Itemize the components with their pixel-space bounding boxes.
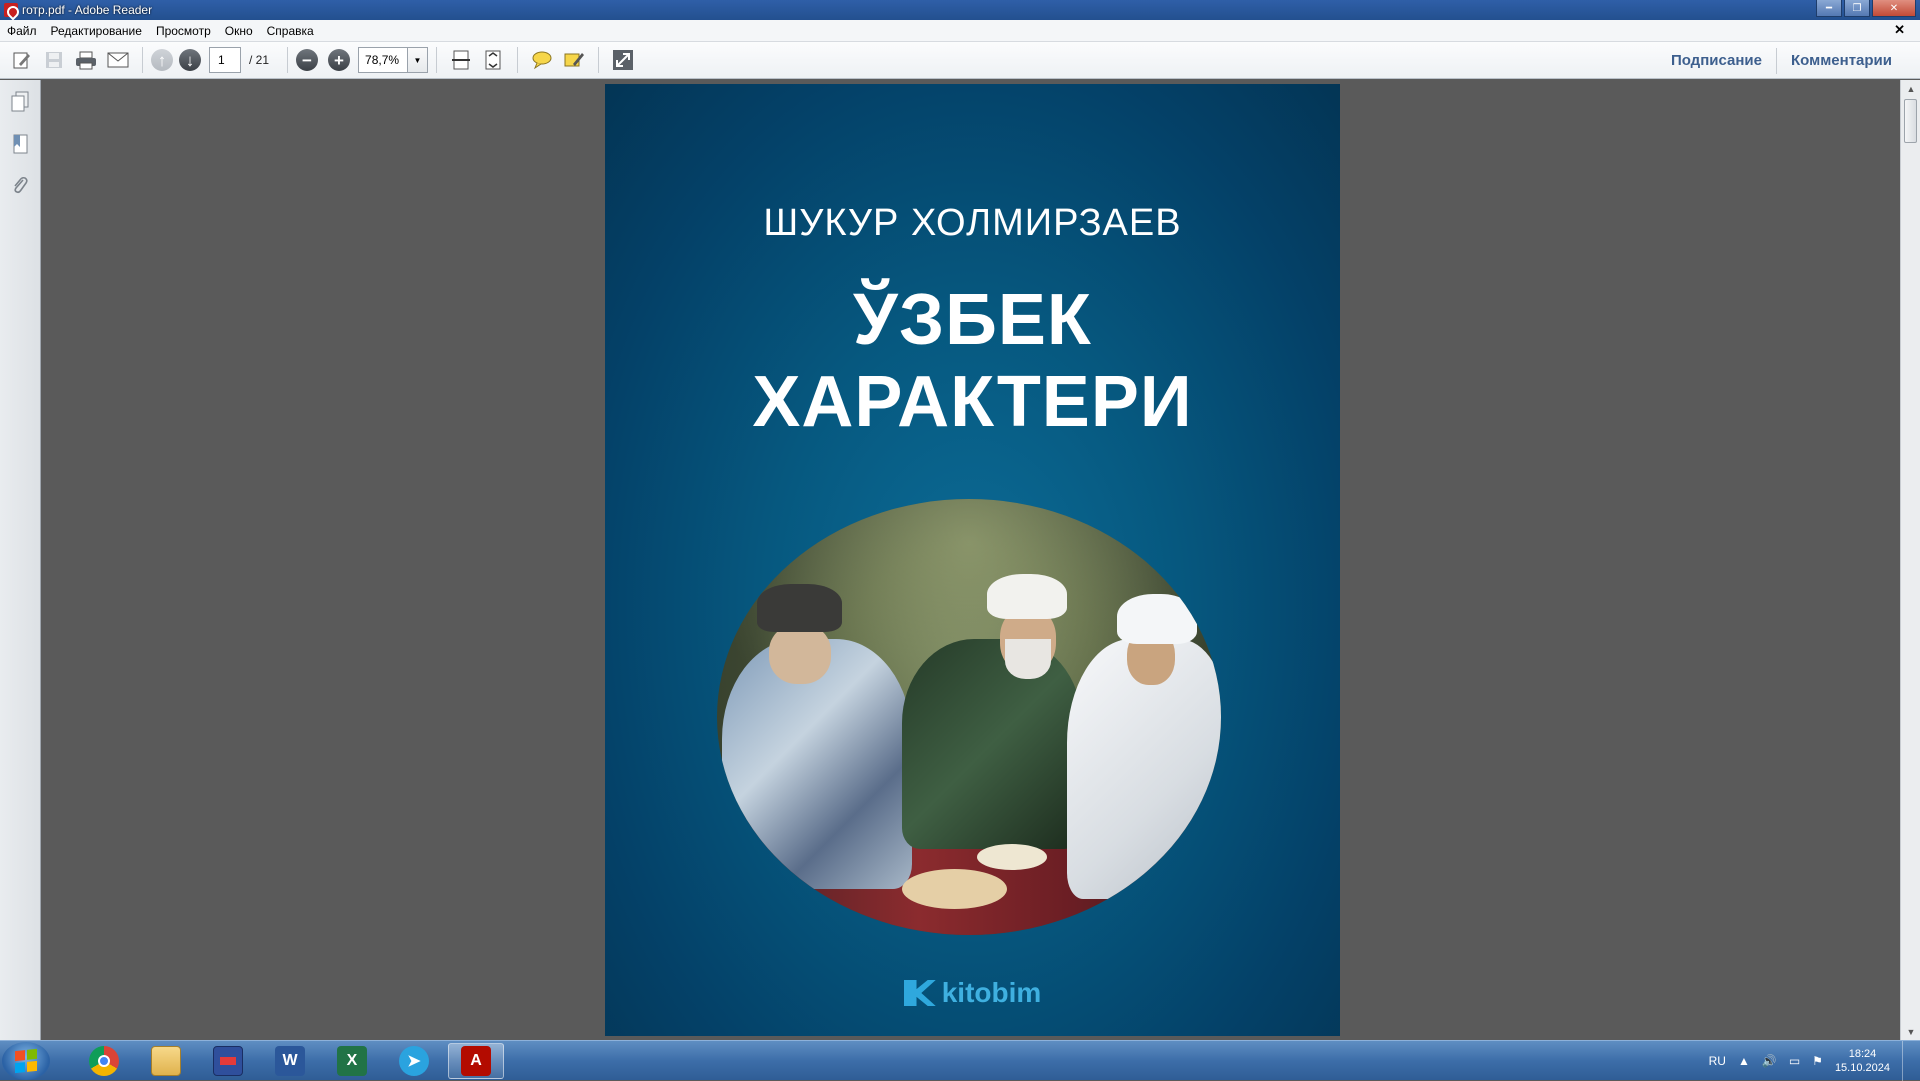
- system-tray: RU ▲ 🔊 ▭ ⚑ 18:24 15.10.2024: [1709, 1041, 1910, 1081]
- window-title: готр.pdf - Adobe Reader: [22, 3, 153, 17]
- menu-edit[interactable]: Редактирование: [44, 24, 149, 38]
- create-pdf-icon[interactable]: [8, 46, 36, 74]
- page-thumbnails-icon[interactable]: [8, 90, 32, 114]
- menu-bar: Файл Редактирование Просмотр Окно Справк…: [0, 20, 1920, 42]
- taskbar-word[interactable]: W: [262, 1043, 318, 1079]
- network-icon[interactable]: ▭: [1789, 1054, 1800, 1068]
- taskbar-save-app[interactable]: [200, 1043, 256, 1079]
- word-icon: W: [275, 1046, 305, 1076]
- save-icon[interactable]: [40, 46, 68, 74]
- taskbar-excel[interactable]: X: [324, 1043, 380, 1079]
- taskbar-adobe-reader[interactable]: A: [448, 1043, 504, 1079]
- sign-pane-link[interactable]: Подписание: [1657, 52, 1776, 69]
- page-number-input[interactable]: 1: [209, 47, 241, 73]
- maximize-button[interactable]: ❐: [1844, 0, 1870, 17]
- toolbar-separator: [517, 47, 519, 73]
- window-titlebar: готр.pdf - Adobe Reader ━ ❐ ✕: [0, 0, 1920, 20]
- close-window-button[interactable]: ✕: [1872, 0, 1916, 17]
- highlight-text-icon[interactable]: [560, 46, 588, 74]
- scroll-up-icon[interactable]: ▲: [1901, 80, 1920, 97]
- start-button[interactable]: [2, 1042, 50, 1080]
- taskbar-explorer[interactable]: [138, 1043, 194, 1079]
- show-desktop-button[interactable]: [1902, 1041, 1910, 1081]
- show-hidden-icons-icon[interactable]: ▲: [1738, 1054, 1750, 1068]
- book-author: ШУКУР ХОЛМИРЗАЕВ: [763, 202, 1182, 244]
- email-icon[interactable]: [104, 46, 132, 74]
- floppy-disk-icon: [213, 1046, 243, 1076]
- previous-page-icon[interactable]: ↑: [151, 49, 173, 71]
- vertical-scrollbar[interactable]: ▲ ▼: [1900, 80, 1920, 1040]
- read-mode-expand-icon[interactable]: [609, 46, 637, 74]
- cover-photo-elders: [717, 499, 1221, 935]
- pdf-page-cover: ШУКУР ХОЛМИРЗАЕВ ЎЗБЕК ХАРАКТЕРИ kitobim: [605, 84, 1340, 1036]
- toolbar-right-panel: Подписание Комментарии: [1657, 42, 1906, 79]
- clock-date: 15.10.2024: [1834, 1062, 1890, 1074]
- publisher-name: kitobim: [941, 977, 1042, 1008]
- window-controls: ━ ❐ ✕: [1816, 0, 1916, 17]
- language-indicator[interactable]: RU: [1709, 1054, 1726, 1068]
- telegram-icon: ➤: [399, 1046, 429, 1076]
- bookmarks-icon[interactable]: [8, 132, 32, 156]
- kitobim-logo-icon: [903, 980, 936, 1006]
- menu-help[interactable]: Справка: [260, 24, 321, 38]
- zoom-out-icon[interactable]: −: [296, 49, 319, 71]
- scroll-down-icon[interactable]: ▼: [1901, 1023, 1920, 1040]
- minimize-button[interactable]: ━: [1816, 0, 1842, 17]
- taskbar-telegram[interactable]: ➤: [386, 1043, 442, 1079]
- windows-logo-icon: [15, 1048, 37, 1074]
- folder-icon: [151, 1046, 181, 1076]
- toolbar-separator: [287, 47, 289, 73]
- taskbar-chrome[interactable]: [76, 1043, 132, 1079]
- book-title: ЎЗБЕК ХАРАКТЕРИ: [605, 279, 1340, 443]
- clock[interactable]: 18:24 15.10.2024: [1835, 1047, 1890, 1075]
- chevron-down-icon[interactable]: ▼: [408, 47, 429, 73]
- action-center-flag-icon[interactable]: ⚑: [1812, 1054, 1823, 1068]
- toolbar-separator: [598, 47, 600, 73]
- fit-width-icon[interactable]: [447, 46, 475, 74]
- menu-window[interactable]: Окно: [218, 24, 260, 38]
- scrollbar-thumb[interactable]: [1904, 99, 1917, 143]
- fit-page-icon[interactable]: [479, 46, 507, 74]
- attachments-paperclip-icon[interactable]: [8, 174, 32, 198]
- navigation-panel: [0, 80, 41, 1040]
- book-title-line1: ЎЗБЕК: [853, 280, 1092, 360]
- sticky-note-icon[interactable]: [528, 46, 556, 74]
- main-toolbar: ↑ ↓ 1 / 21 − + 78,7% ▼ Подписание Коммен…: [0, 42, 1920, 79]
- toolbar-separator: [142, 47, 143, 73]
- page-total-label: / 21: [249, 53, 270, 67]
- windows-taskbar: W X ➤ A RU ▲ 🔊 ▭ ⚑ 18:24 15.10.2024: [0, 1040, 1920, 1081]
- publisher-logo: kitobim: [605, 977, 1340, 1009]
- zoom-in-icon[interactable]: +: [328, 49, 351, 71]
- zoom-select[interactable]: 78,7% ▼: [358, 47, 429, 73]
- adobe-reader-icon: A: [461, 1046, 491, 1076]
- zoom-value[interactable]: 78,7%: [358, 47, 409, 73]
- comments-pane-link[interactable]: Комментарии: [1777, 52, 1906, 69]
- excel-icon: X: [337, 1046, 367, 1076]
- adobe-reader-app-icon: [4, 3, 18, 17]
- book-title-line2: ХАРАКТЕРИ: [752, 362, 1193, 442]
- menu-file[interactable]: Файл: [0, 24, 44, 38]
- menu-view[interactable]: Просмотр: [149, 24, 218, 38]
- volume-icon[interactable]: 🔊: [1762, 1054, 1777, 1068]
- chrome-icon: [89, 1046, 119, 1076]
- next-page-icon[interactable]: ↓: [179, 49, 201, 71]
- toolbar-separator: [436, 47, 438, 73]
- close-document-icon[interactable]: ✕: [1887, 22, 1912, 38]
- clock-time: 18:24: [1848, 1048, 1877, 1060]
- print-icon[interactable]: [72, 46, 100, 74]
